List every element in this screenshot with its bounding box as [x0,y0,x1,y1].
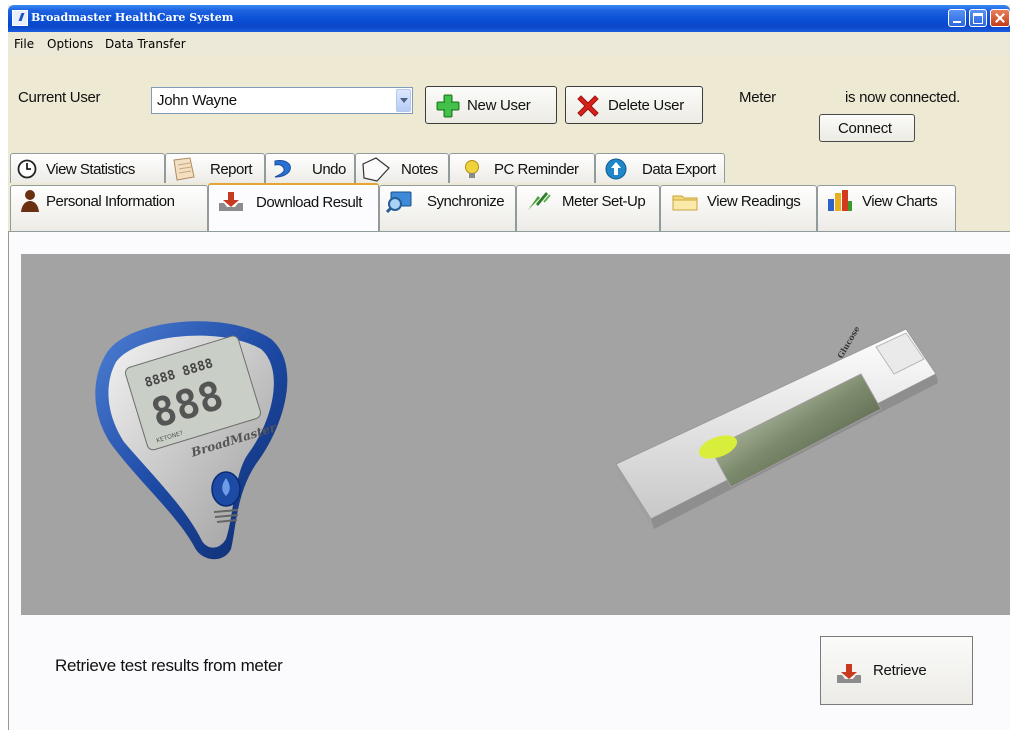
monitor-search-icon [386,191,412,214]
tab-label: Undo [312,161,346,178]
app-logo-icon [12,10,28,26]
title-bar[interactable]: Broadmaster HealthCare System [8,5,1010,32]
tab-label: View Readings [707,193,801,210]
retrieve-button[interactable]: Retrieve [820,636,973,705]
user-panel: Current User John Wayne New User Delete … [8,55,1010,235]
tab-label: View Statistics [46,161,135,178]
tab-report[interactable]: Report [165,153,265,183]
tab-download-result[interactable]: Download Result [208,183,379,231]
undo-arrow-icon [274,160,291,178]
clock-icon [17,159,37,179]
tab-label: Download Result [256,194,362,211]
delete-x-icon [577,95,599,117]
tab-pc-reminder[interactable]: PC Reminder [449,153,595,183]
tab-label: Report [210,161,253,178]
window-title: Broadmaster HealthCare System [31,11,234,24]
current-user-select[interactable]: John Wayne [151,87,413,114]
download-instruction: Retrieve test results from meter [55,656,283,675]
tab-label: Notes [401,161,438,178]
menu-file[interactable]: File [14,37,34,51]
chevron-down-icon[interactable] [396,89,411,112]
wrench-icon [528,192,551,210]
notepad-icon [173,157,195,181]
meter-status: is now connected. [845,89,960,106]
tab-view-charts[interactable]: View Charts [817,185,956,231]
tab-label: Synchronize [427,193,505,210]
delete-user-button[interactable]: Delete User [565,86,703,124]
retrieve-label: Retrieve [873,662,927,679]
tab-data-export[interactable]: Data Export [595,153,725,183]
export-globe-icon [605,158,627,180]
current-user-label: Current User [18,89,101,106]
menu-bar: File Options Data Transfer [8,33,1010,55]
bulb-icon [465,160,479,178]
note-page-icon [362,157,390,182]
tab-undo[interactable]: Undo [265,153,355,183]
glucose-meter-image: 8888 8888 888 KETONE? BroadMaster [95,321,288,560]
meter-label: Meter [739,89,776,106]
menu-options[interactable]: Options [47,37,93,51]
person-icon [21,190,39,212]
tab-label: PC Reminder [494,161,579,178]
menu-data-transfer[interactable]: Data Transfer [105,37,186,51]
connect-button[interactable]: Connect [819,114,915,142]
current-user-value: John Wayne [157,92,237,109]
tab-view-statistics[interactable]: View Statistics [10,153,165,183]
app-window: Broadmaster HealthCare System File Optio… [8,5,1010,730]
tab-label: Meter Set-Up [562,193,646,210]
tab-personal-information[interactable]: Personal Information [10,185,208,231]
new-user-label: New User [467,97,531,114]
device-image-panel: 8888 8888 888 KETONE? BroadMaster Glucos… [21,254,1010,615]
download-tray-icon [837,664,861,683]
connect-label: Connect [838,120,892,137]
tab-label: View Charts [862,193,938,210]
bar-chart-icon [828,190,852,211]
tab-label: Data Export [642,161,716,178]
download-result-panel: 8888 8888 888 KETONE? BroadMaster Glucos… [8,231,1010,730]
tab-label: Personal Information [46,193,175,210]
plus-icon [436,94,460,118]
download-tray-icon [219,192,243,211]
close-button[interactable] [990,9,1010,27]
folder-icon [672,195,698,211]
tab-view-readings[interactable]: View Readings [660,185,817,231]
delete-user-label: Delete User [608,97,684,114]
tab-notes[interactable]: Notes [355,153,449,183]
new-user-button[interactable]: New User [425,86,557,124]
tab-synchronize[interactable]: Synchronize [379,185,516,231]
minimize-button[interactable] [948,9,966,27]
maximize-button[interactable] [969,9,987,27]
sync-device-image: Glucose [615,324,938,529]
tab-meter-set-up[interactable]: Meter Set-Up [516,185,660,231]
